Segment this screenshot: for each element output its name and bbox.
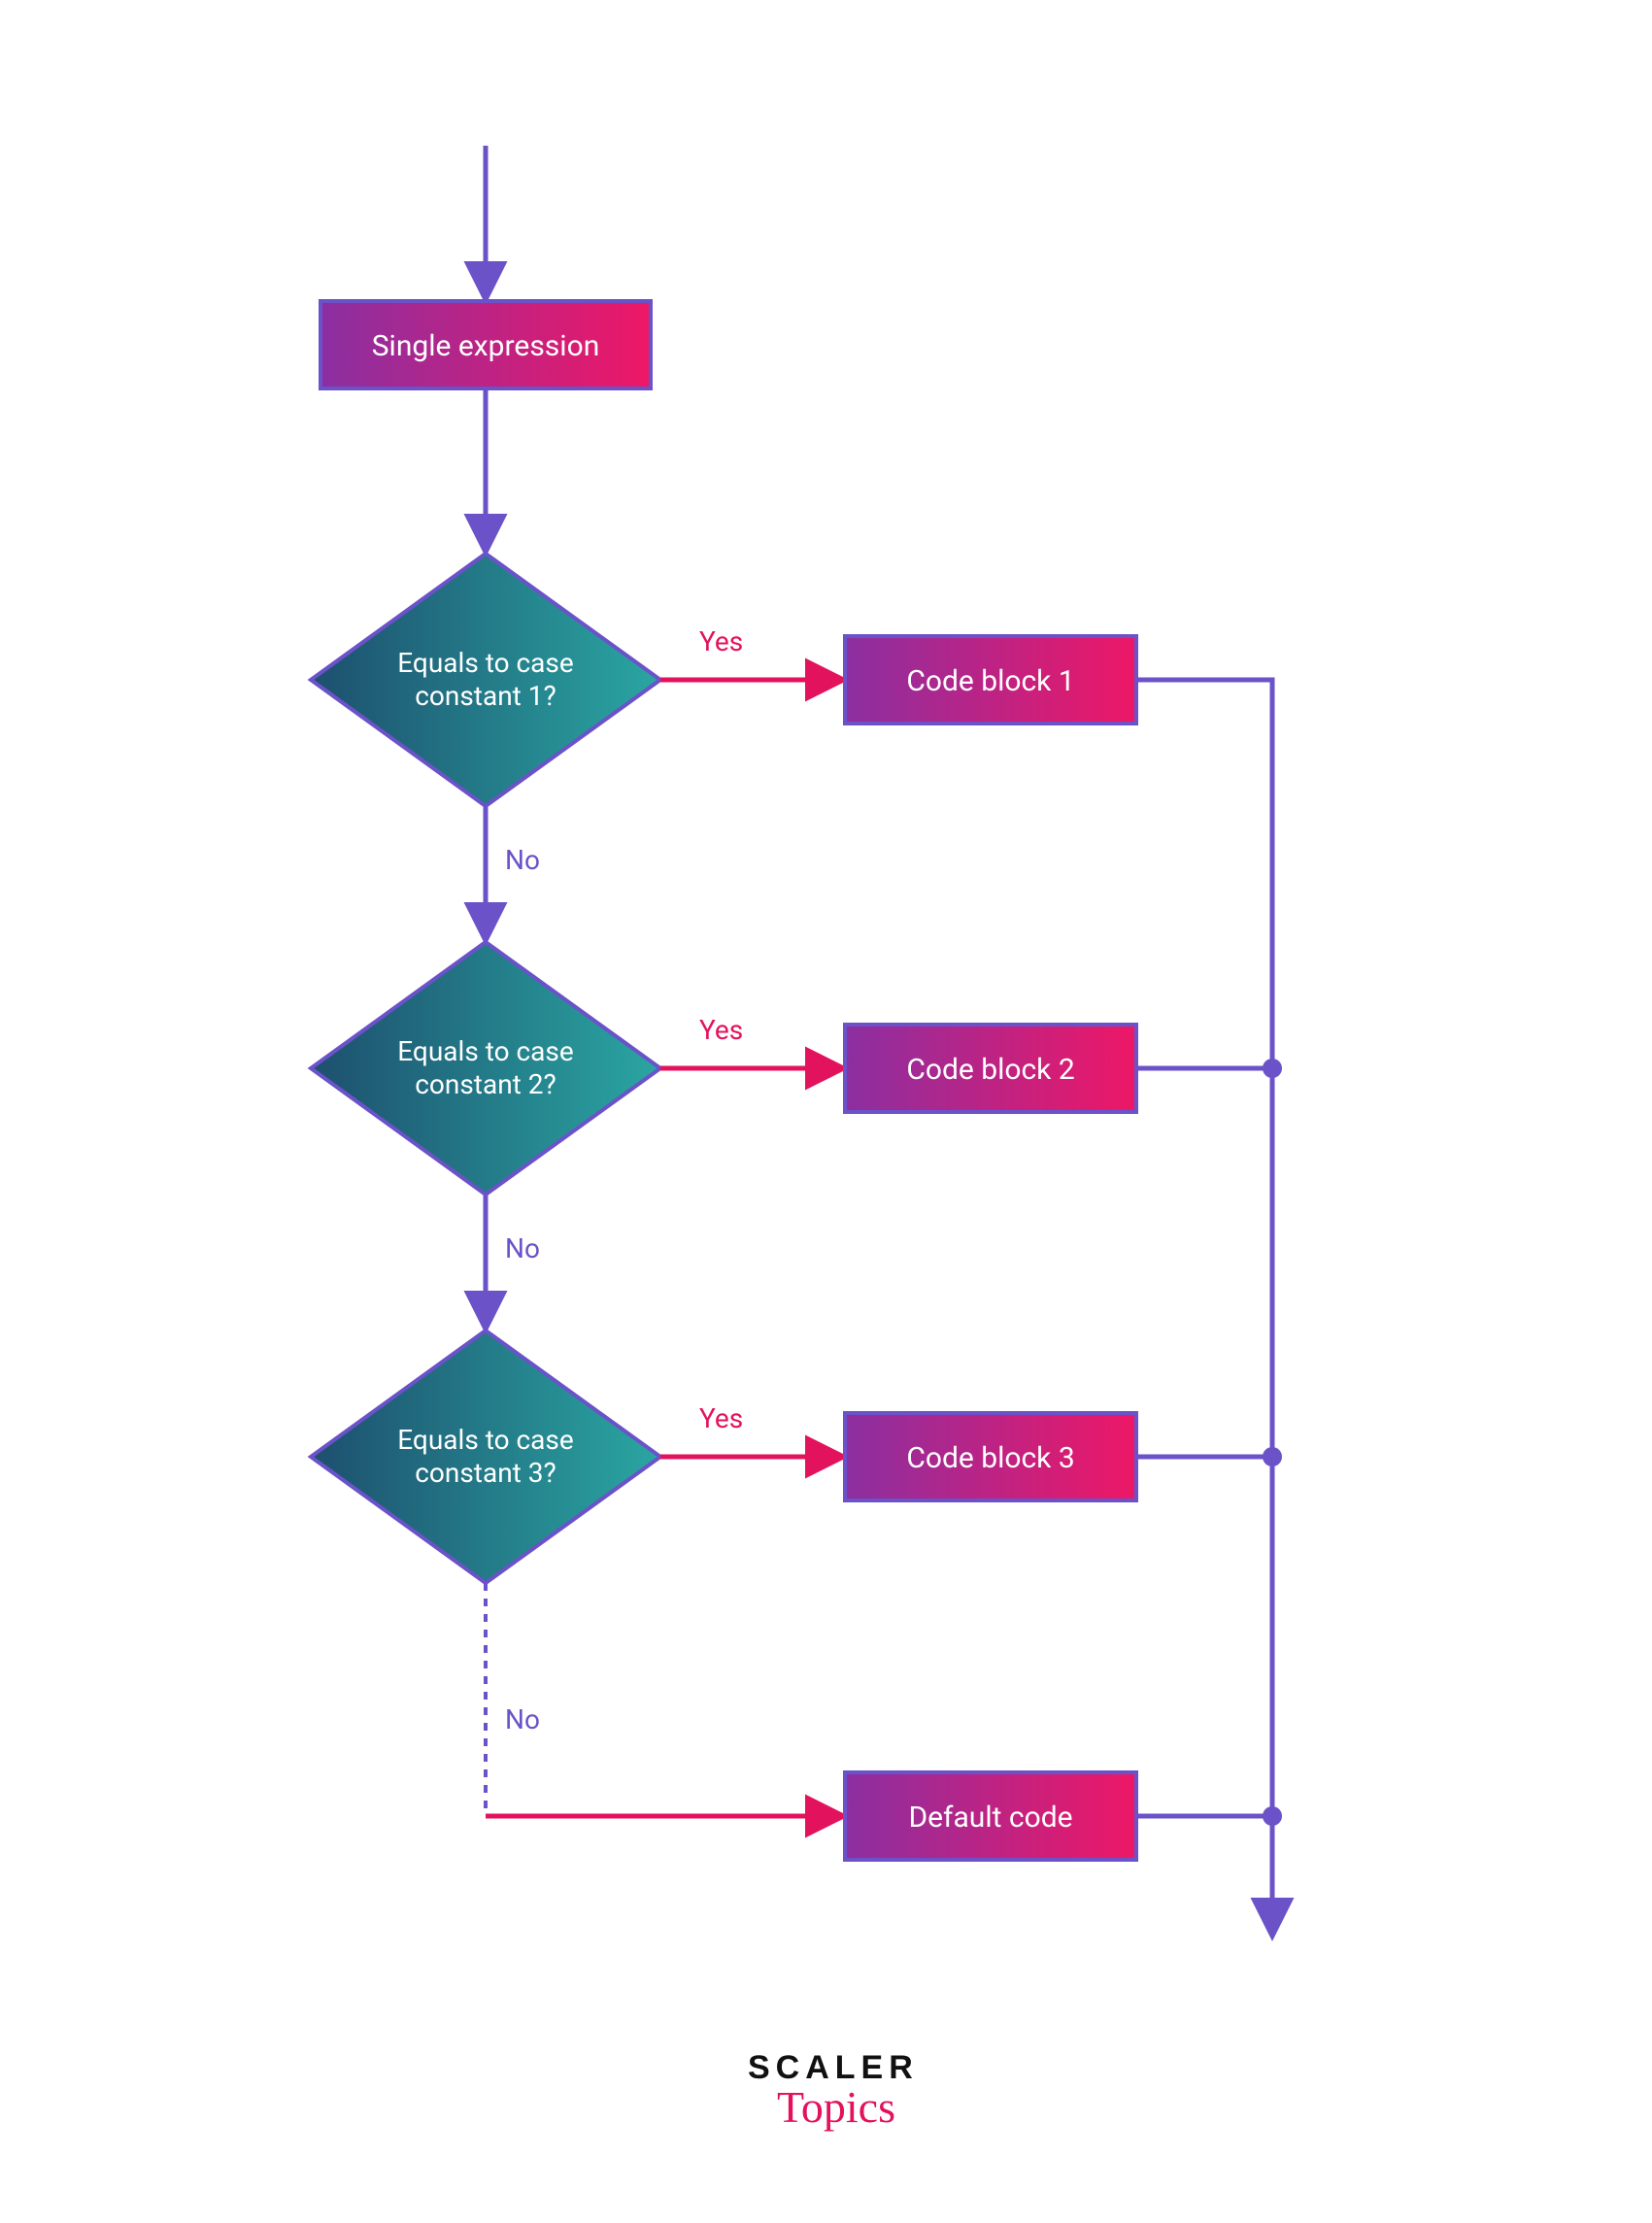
action-2-label: Code block 2 xyxy=(906,1053,1074,1087)
decision-3-line2: constant 3? xyxy=(415,1457,556,1489)
decision-2-line1: Equals to case xyxy=(397,1035,573,1067)
logo-line2: Topics xyxy=(777,2082,895,2132)
start-label: Single expression xyxy=(372,329,600,363)
merge-dot-2 xyxy=(1263,1059,1282,1078)
d3-yes-label: Yes xyxy=(699,1402,743,1434)
decision-3-line1: Equals to case xyxy=(397,1424,573,1456)
merge-line xyxy=(1136,680,1272,1933)
flowchart: Single expression Equals to case constan… xyxy=(0,0,1652,2223)
action-3: Code block 3 xyxy=(845,1413,1136,1500)
d1-yes-label: Yes xyxy=(699,625,743,657)
action-default-label: Default code xyxy=(908,1801,1072,1835)
decision-1: Equals to case constant 1? xyxy=(311,554,660,806)
decision-1-line1: Equals to case xyxy=(397,647,573,679)
action-default: Default code xyxy=(845,1772,1136,1860)
merge-dot-3 xyxy=(1263,1447,1282,1466)
d2-yes-label: Yes xyxy=(699,1014,743,1046)
logo-line1: SCALER xyxy=(748,2049,919,2086)
action-1: Code block 1 xyxy=(845,636,1136,724)
start-box: Single expression xyxy=(320,301,651,388)
action-3-label: Code block 3 xyxy=(906,1441,1074,1475)
d1-no-label: No xyxy=(505,844,540,876)
logo: SCALER Topics xyxy=(748,2049,919,2132)
decision-2-line2: constant 2? xyxy=(415,1068,556,1100)
decision-1-line2: constant 1? xyxy=(415,680,556,712)
merge-dot-4 xyxy=(1263,1806,1282,1826)
decision-2: Equals to case constant 2? xyxy=(311,942,660,1195)
d2-no-label: No xyxy=(505,1232,540,1264)
action-2: Code block 2 xyxy=(845,1025,1136,1112)
action-1-label: Code block 1 xyxy=(906,664,1074,698)
d3-no-label: No xyxy=(505,1703,540,1735)
decision-3: Equals to case constant 3? xyxy=(311,1330,660,1583)
